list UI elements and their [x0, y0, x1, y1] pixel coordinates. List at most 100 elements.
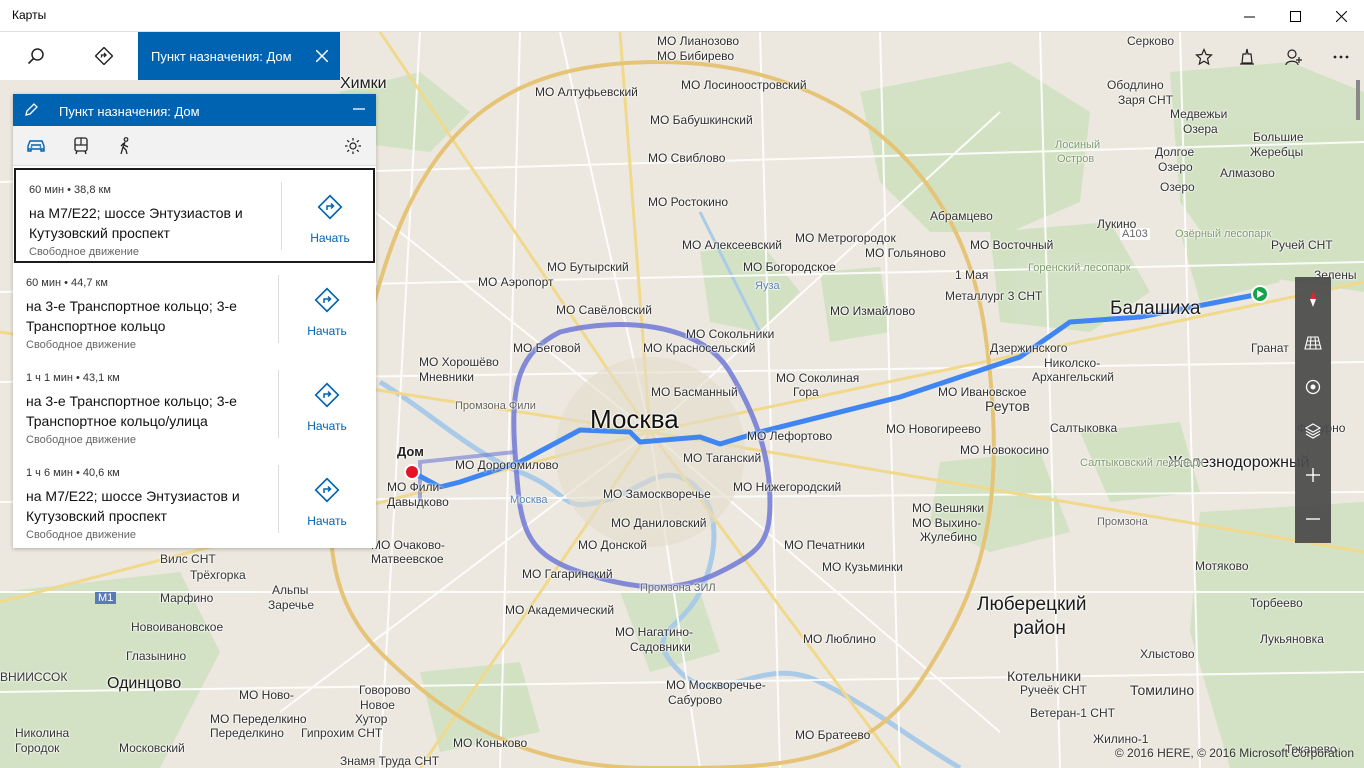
minimize-window-button[interactable] [1226, 0, 1272, 32]
close-icon [1335, 10, 1347, 22]
map-label: МО Соколиная [776, 371, 860, 385]
route-option[interactable]: 60 мин • 38,8 км на М7/Е22; шоссе Энтузи… [14, 168, 375, 263]
map-label: МО Лианозово [657, 34, 740, 48]
minimize-panel-icon[interactable] [352, 102, 366, 116]
start-route-button[interactable]: Начать [296, 287, 358, 338]
navigate-icon [314, 287, 340, 313]
tab-close-button[interactable] [310, 44, 334, 68]
directions-button[interactable] [70, 32, 138, 80]
route-meta: 60 мин • 44,7 км [26, 277, 108, 289]
more-button[interactable] [1324, 40, 1358, 74]
route-option[interactable]: 60 мин • 44,7 км на 3-е Транспортное кол… [13, 263, 376, 358]
route-divider [281, 182, 282, 250]
navigate-icon [314, 382, 340, 408]
map-label: МО Нижегородский [733, 480, 842, 494]
route-settings-button[interactable] [341, 134, 365, 158]
maximize-icon [1289, 10, 1301, 22]
map-label: МО Печатники [784, 538, 866, 552]
map-label: Жеребцы [1250, 145, 1304, 159]
map-label-park: Лосиный [1055, 139, 1101, 151]
map-label: ВНИИССОК [0, 670, 68, 684]
map-label: МО Гольяново [865, 246, 946, 260]
map-label: Знамя Труда СНТ [340, 754, 440, 768]
edit-icon[interactable] [23, 102, 39, 118]
map-label: Трёхгорка [190, 568, 246, 582]
start-route-button[interactable]: Начать [299, 194, 361, 245]
more-icon [1333, 55, 1349, 59]
landmark-icon [1240, 48, 1254, 65]
map-label: МО Донской [578, 538, 647, 552]
tab-destination-label: Пункт назначения: Дом [151, 49, 292, 64]
tab-destination[interactable]: Пункт назначения: Дом [138, 32, 340, 80]
map-label: Гранат [1251, 341, 1289, 355]
close-window-button[interactable] [1318, 0, 1364, 32]
start-route-label: Начать [310, 231, 350, 245]
map-label: Жилино-1 [1093, 732, 1149, 746]
map-label-rayon: район [1013, 618, 1066, 639]
map-label: Озеро [1160, 180, 1195, 194]
transit-icon [74, 137, 88, 155]
map-label: МО Лефортово [747, 429, 833, 443]
map-label-zone: Промзона [1097, 516, 1148, 528]
directions-panel: Пункт назначения: Дом 60 мин • 38,8 км н… [13, 94, 376, 548]
account-button[interactable] [1277, 40, 1311, 74]
mode-transit-button[interactable] [69, 134, 93, 158]
zoom-in-icon [1306, 468, 1320, 482]
map-label: МО Савёловский [556, 303, 652, 317]
favorites-button[interactable] [1187, 40, 1221, 74]
map-label: МО Восточный [970, 238, 1054, 252]
map-controls [1295, 277, 1331, 543]
user-add-icon [1285, 49, 1302, 66]
start-route-button[interactable]: Начать [296, 477, 358, 528]
map-label: Матвеевское [371, 552, 444, 566]
map-label: Торбеево [1250, 596, 1303, 610]
my-location-button[interactable] [1295, 365, 1331, 409]
map-label: Гипрохим СНТ [301, 726, 383, 740]
zoom-out-icon [1306, 518, 1320, 520]
minimize-icon [1243, 16, 1255, 17]
zoom-out-button[interactable] [1295, 497, 1331, 541]
map-label: МО Алтуфьевский [535, 85, 638, 99]
map-label: Заречье [268, 598, 315, 612]
map-label: 1 Мая [955, 268, 989, 282]
map-label: Ручеёк СНТ [1020, 683, 1087, 697]
map-label: МО Вешняки [912, 501, 985, 515]
map-label: Абрамцево [930, 209, 993, 223]
navigate-icon [314, 477, 340, 503]
landmarks-button[interactable] [1230, 40, 1264, 74]
route-option[interactable]: 1 ч 6 мин • 40,6 км на М7/Е22; шоссе Энт… [13, 453, 376, 548]
directions-icon [95, 47, 113, 65]
route-divider [278, 370, 279, 438]
mode-car-button[interactable] [24, 134, 48, 158]
map-layers-button[interactable] [1295, 409, 1331, 453]
map-label: Глазынино [126, 649, 187, 663]
map-label: Жулебино [920, 530, 978, 544]
map-label: Новоивановское [131, 620, 224, 634]
map-label: МО Дорогомилово [455, 458, 559, 472]
map-label: Салтыковка [1050, 421, 1118, 435]
scrollbar-thumb-icon [1356, 80, 1360, 120]
mode-walk-button[interactable] [113, 134, 137, 158]
map-label: Котельники [1007, 668, 1082, 684]
zoom-in-button[interactable] [1295, 453, 1331, 497]
tilt-button[interactable] [1295, 321, 1331, 365]
map-label: Гора [793, 385, 819, 399]
start-route-button[interactable]: Начать [296, 382, 358, 433]
map-label: МО Красносельский [643, 341, 756, 355]
map-label: Архангельский [1032, 370, 1115, 384]
maximize-window-button[interactable] [1272, 0, 1318, 32]
map-label: МО Хорошёво [419, 355, 499, 369]
compass-button[interactable] [1295, 277, 1331, 321]
map-label: Хлыстово [1140, 647, 1195, 661]
scrollbar[interactable] [1352, 80, 1364, 120]
map-label: Лукьяновка [1260, 632, 1324, 646]
route-traffic: Свободное движение [26, 529, 136, 541]
map-label: МО Бибирево [657, 49, 735, 63]
map-label-park: Озёрный лесопарк [1175, 228, 1272, 240]
map-label: Серково [1127, 34, 1174, 48]
map-label: МО Выхино- [912, 516, 982, 530]
route-option[interactable]: 1 ч 1 мин • 43,1 км на 3-е Транспортное … [13, 358, 376, 453]
search-button[interactable] [2, 32, 70, 80]
map-label: МО Академический [505, 603, 615, 617]
route-description: на М7/Е22; шоссе Энтузиастов и Кутузовск… [26, 488, 240, 524]
